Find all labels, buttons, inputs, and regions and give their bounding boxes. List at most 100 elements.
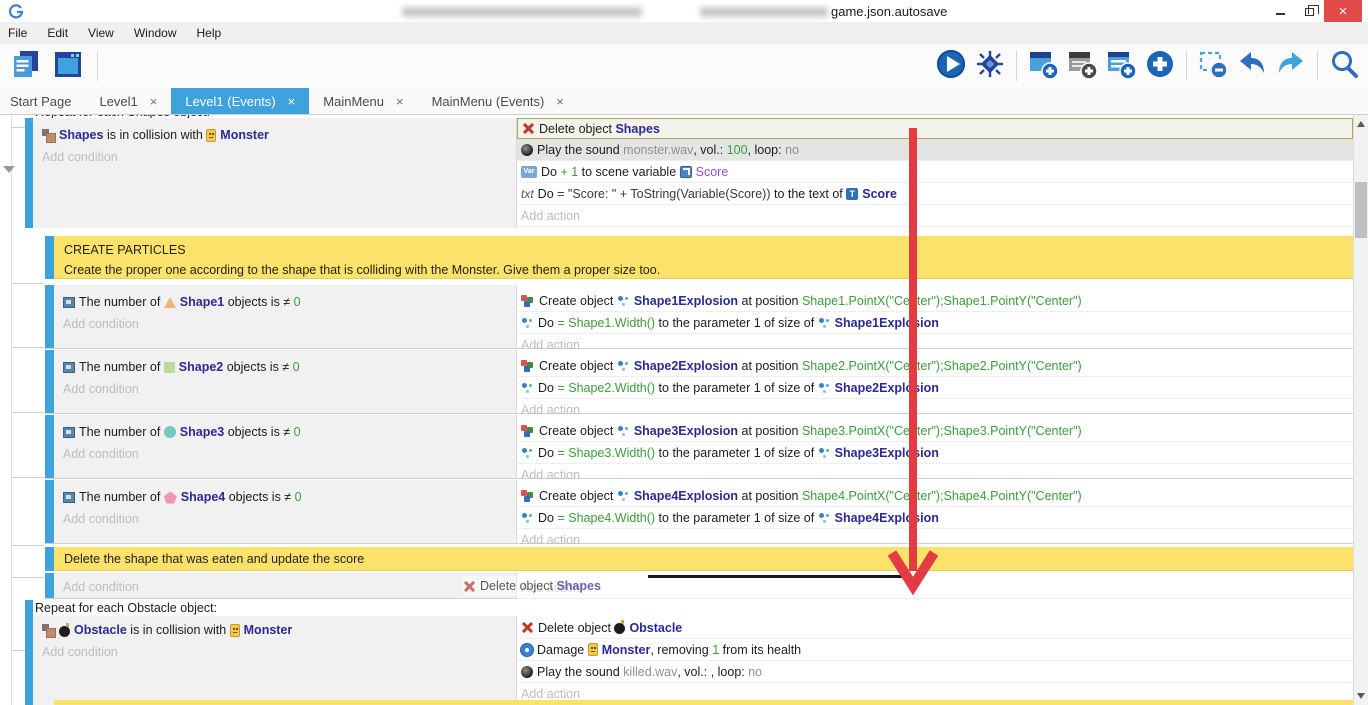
condition-shape2-count[interactable]: The number of Shape2 objects is ≠ 0 — [54, 356, 516, 378]
play-icon — [935, 48, 967, 85]
tab-mainmenu[interactable]: MainMenu — [309, 88, 417, 114]
add-condition-link[interactable]: Add condition — [33, 146, 516, 168]
damage-value: 1 — [712, 643, 719, 657]
add-condition-link[interactable]: Add condition — [33, 641, 516, 663]
event-shape3[interactable]: The number of Shape3 objects is ≠ 0 Add … — [45, 415, 1353, 479]
particle-icon — [818, 316, 831, 329]
action-play-sound-killed[interactable]: Play the sound killed.wav , vol.: , loop… — [517, 661, 1353, 683]
event-shape4[interactable]: The number of Shape4 objects is ≠ 0 Add … — [45, 480, 1353, 544]
object-name: Score — [862, 187, 897, 201]
event-color-bar[interactable] — [25, 118, 33, 228]
event-repeat-obstacle-header[interactable]: Repeat for each Obstacle object: — [35, 601, 217, 615]
event-color-bar — [45, 415, 54, 478]
rail-tick — [11, 347, 44, 348]
event-color-bar[interactable] — [25, 600, 33, 705]
particle-icon — [521, 511, 534, 524]
loop-value: no — [785, 143, 799, 157]
vertical-scrollbar[interactable] — [1353, 115, 1368, 705]
scene-editor-button[interactable] — [50, 48, 86, 84]
obstacle-bomb-icon — [59, 626, 70, 637]
expression: = Shape1.Width() — [557, 316, 655, 330]
tab-start-page[interactable]: Start Page — [0, 88, 85, 114]
delete-icon — [463, 580, 476, 593]
action-set-size-shape3explosion[interactable]: Do = Shape3.Width() to the parameter 1 o… — [517, 442, 1353, 464]
add-condition-link[interactable]: Add condition — [54, 508, 516, 530]
event-shape1[interactable]: The number of Shape1 objects is ≠ 0 Add … — [45, 285, 1353, 349]
condition-text: objects is ≠ — [225, 490, 294, 504]
add-action-link[interactable]: Add action — [517, 577, 1353, 599]
add-subevent-button[interactable] — [1103, 48, 1139, 84]
action-create-shape4explosion[interactable]: Create object Shape4Explosion at positio… — [517, 485, 1353, 507]
redo-button[interactable] — [1273, 48, 1309, 84]
toolbar-divider — [1016, 51, 1017, 81]
add-comment-button[interactable] — [1064, 48, 1100, 84]
tab-label: Start Page — [10, 94, 71, 109]
comment-create-particles[interactable]: CREATE PARTICLES Create the proper one a… — [45, 236, 1353, 279]
action-delete-shapes-selected[interactable]: Delete object Shapes — [517, 118, 1353, 139]
collapse-triangle-icon[interactable] — [3, 166, 15, 173]
menu-view[interactable]: View — [78, 22, 124, 44]
tab-close-icon[interactable] — [150, 94, 158, 109]
add-condition-link[interactable]: Add condition — [54, 378, 516, 400]
search-button[interactable] — [1326, 48, 1362, 84]
debug-icon — [974, 48, 1006, 85]
monster-icon — [206, 129, 216, 142]
restore-button[interactable] — [1295, 0, 1324, 22]
action-text: to the parameter 1 of size of — [655, 381, 818, 395]
condition-shape3-count[interactable]: The number of Shape3 objects is ≠ 0 — [54, 421, 516, 443]
action-delete-obstacle[interactable]: Delete object Obstacle — [517, 617, 1353, 639]
add-event-button[interactable] — [1025, 48, 1061, 84]
editor-tabs: Start Page Level1 Level1 (Events) MainMe… — [0, 88, 1368, 115]
shape3-circle-icon — [164, 426, 176, 438]
scroll-up-icon[interactable] — [1357, 121, 1365, 127]
condition-shape4-count[interactable]: The number of Shape4 objects is ≠ 0 — [54, 486, 516, 508]
condition-collision-shapes-monster[interactable]: Shapes is in collision with Monster — [33, 124, 516, 146]
add-condition-link[interactable]: Add condition — [54, 443, 516, 465]
add-condition-link[interactable]: Add condition — [54, 576, 516, 598]
event-drop-target[interactable]: Add condition Delete object Shapes Add a… — [45, 573, 1353, 599]
delete-icon — [522, 122, 535, 135]
debug-button[interactable] — [972, 48, 1008, 84]
drop-insertion-indicator — [648, 575, 910, 578]
action-create-shape1explosion[interactable]: Create object Shape1Explosion at positio… — [517, 290, 1353, 312]
condition-shape1-count[interactable]: The number of Shape1 objects is ≠ 0 — [54, 291, 516, 313]
comment-delete-shape[interactable]: Delete the shape that was eaten and upda… — [45, 547, 1353, 571]
remove-event-button[interactable] — [1195, 48, 1231, 84]
action-set-size-shape2explosion[interactable]: Do = Shape2.Width() to the parameter 1 o… — [517, 377, 1353, 399]
menu-file[interactable]: File — [0, 22, 37, 44]
tab-close-icon[interactable] — [396, 94, 404, 109]
scroll-down-icon[interactable] — [1357, 693, 1365, 699]
menu-help[interactable]: Help — [187, 22, 232, 44]
action-create-shape2explosion[interactable]: Create object Shape2Explosion at positio… — [517, 355, 1353, 377]
action-set-size-shape4explosion[interactable]: Do = Shape4.Width() to the parameter 1 o… — [517, 507, 1353, 529]
add-condition-link[interactable]: Add condition — [54, 313, 516, 335]
tab-close-icon[interactable] — [288, 94, 296, 109]
add-action-link[interactable]: Add action — [517, 205, 1353, 227]
add-other-event-button[interactable] — [1142, 48, 1178, 84]
scrollbar-thumb[interactable] — [1355, 182, 1367, 238]
tab-mainmenu-events[interactable]: MainMenu (Events) — [418, 88, 578, 114]
menu-window[interactable]: Window — [124, 22, 187, 44]
minimize-button[interactable] — [1266, 0, 1295, 22]
action-set-size-shape1explosion[interactable]: Do = Shape1.Width() to the parameter 1 o… — [517, 312, 1353, 334]
action-play-sound-monster[interactable]: Play the sound monster.wav , vol.: 100 ,… — [517, 139, 1353, 161]
menu-edit[interactable]: Edit — [37, 22, 78, 44]
tab-close-icon[interactable] — [556, 94, 564, 109]
particle-icon — [617, 359, 630, 372]
project-manager-button[interactable] — [8, 48, 44, 84]
action-create-shape3explosion[interactable]: Create object Shape3Explosion at positio… — [517, 420, 1353, 442]
action-increment-score-variable[interactable]: Do + 1 to scene variable Score — [517, 161, 1353, 183]
undo-button[interactable] — [1234, 48, 1270, 84]
condition-collision-obstacle-monster[interactable]: Obstacle is in collision with Monster — [33, 619, 516, 641]
conditions-column: Add condition — [54, 573, 517, 598]
action-set-score-text[interactable]: txt Do = "Score: " + ToString(Variable(S… — [517, 183, 1353, 205]
play-button[interactable] — [933, 48, 969, 84]
action-damage-monster[interactable]: Damage Monster , removing 1 from its hea… — [517, 639, 1353, 661]
rail-tick — [11, 283, 44, 284]
dragged-action-ghost[interactable]: Delete object Shapes — [463, 576, 601, 596]
tab-level1-events[interactable]: Level1 (Events) — [171, 88, 309, 114]
event-shape2[interactable]: The number of Shape2 objects is ≠ 0 Add … — [45, 350, 1353, 414]
close-button[interactable] — [1324, 0, 1362, 22]
tab-level1[interactable]: Level1 — [85, 88, 171, 114]
gdevelop-window: game.json.autosave File Edit View Window… — [0, 0, 1368, 705]
